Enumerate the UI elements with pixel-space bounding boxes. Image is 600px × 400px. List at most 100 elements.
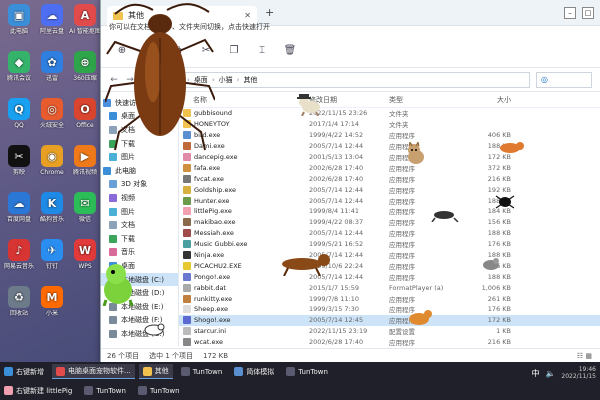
search-icon: ◎ (541, 75, 548, 84)
desktop-icon[interactable]: O Office (68, 98, 102, 136)
column-size[interactable]: 大小 (449, 95, 519, 105)
green-dinosaur-pet[interactable] (100, 262, 136, 306)
taskbar-button[interactable]: 简体模拟 (230, 364, 278, 379)
file-row[interactable]: Ninja.exe 2005/7/14 12:44 应用程序 188 KB (179, 250, 600, 261)
app-icon (180, 367, 190, 376)
clock[interactable]: 19:46 2022/11/15 (561, 366, 596, 380)
file-row[interactable]: gubbisound 2022/11/15 23:26 文件夹 (179, 108, 600, 119)
nav-item[interactable]: 图片 (101, 205, 178, 219)
desktop-icon[interactable]: ▶ 腾讯视频 (68, 145, 102, 183)
desktop-icon[interactable]: W WPS (68, 239, 102, 277)
nav-item[interactable]: 3D 对象 (101, 178, 178, 192)
file-row[interactable]: HONEYTOY 2017/1/4 17:14 文件夹 (179, 119, 600, 130)
taskbar-button[interactable]: TunTown (177, 364, 227, 379)
file-row[interactable]: makibao.exe 1999/4/22 08:37 应用程序 156 KB (179, 217, 600, 228)
desktop-icon[interactable]: ◉ Chrome (35, 145, 69, 183)
taskbar-button-label: TunTown (96, 386, 126, 395)
file-row[interactable]: Shogo!.exe 2005/7/14 12:45 应用程序 172 KB (179, 314, 600, 326)
file-row[interactable]: Hunter.exe2005/7/14 12:44应用程序188 KB (179, 195, 600, 206)
file-row[interactable]: Goldship.exe 2005/7/14 12:44 应用程序 192 KB (179, 184, 600, 195)
desktop-icon[interactable]: ▣ 此电脑 (2, 4, 36, 42)
file-row[interactable]: wcat.exe 2002/6/28 17:40 应用程序 216 KB (179, 337, 600, 346)
desktop-icon[interactable]: ✿ 迅雷 (35, 51, 69, 89)
taskbar-button[interactable]: TunTown (134, 383, 184, 398)
desktop-icon[interactable]: A AI 智能抠图 (68, 4, 102, 42)
desktop-icon[interactable]: ♻ 回收站 (2, 286, 36, 324)
file-row[interactable]: Sheep.exe 1999/3/15 7:30 应用程序 176 KB (179, 304, 600, 315)
rename-icon[interactable]: ⌶ (255, 44, 269, 58)
file-row[interactable]: Pongo!.exe 2005/7/14 12:44 应用程序 188 KB (179, 271, 600, 282)
volume-icon[interactable]: 🔈 (545, 369, 555, 378)
orange-cat-pet[interactable] (404, 308, 434, 326)
file-row[interactable]: Music Gubbi.exe 1999/5/21 16:52 应用程序 176 KB (179, 239, 600, 250)
nav-item[interactable]: 本地磁盘 (F:) (101, 314, 178, 328)
dachshund-pet[interactable] (276, 252, 332, 276)
nav-item[interactable]: 图片 (101, 150, 178, 164)
nav-item[interactable]: 音乐 (101, 246, 178, 260)
file-row[interactable]: littlePig.exe 1999/8/4 11:41 应用程序 184 KB (179, 206, 600, 217)
desktop-icon[interactable]: M 小米 (35, 286, 69, 324)
desktop-icon-label: 百度网盘 (6, 216, 31, 223)
delete-icon[interactable]: 🗑 (283, 44, 297, 58)
desktop-icon[interactable]: ♪ 网易云音乐 (2, 239, 36, 277)
desktop-icon[interactable]: ✉ 微信 (68, 192, 102, 230)
paste-icon[interactable]: ❐ (227, 44, 241, 58)
taskbar-button[interactable]: 右键新增 (0, 364, 48, 379)
grey-mouse-pet[interactable] (480, 256, 502, 272)
cat-pet[interactable] (402, 142, 428, 166)
close-tab-icon[interactable]: ✕ (244, 11, 251, 20)
desktop-icon[interactable]: ✂ 剪映 (2, 145, 36, 183)
file-row[interactable]: Dami.exe 2005/7/14 12:44 应用程序 188 KB (179, 141, 600, 152)
taskbar-button[interactable]: TunTown (282, 364, 332, 379)
file-row[interactable]: runkitty.exe 1999/7/8 11:10 应用程序 261 KB (179, 293, 600, 304)
minimize-button[interactable]: – (564, 6, 576, 19)
new-tab-button[interactable]: + (265, 6, 274, 19)
file-icon (183, 327, 191, 336)
desktop-icon[interactable]: ✈ 钉钉 (35, 239, 69, 277)
black-bug-pet[interactable] (494, 192, 516, 210)
file-row[interactable]: starcur.ini 2022/11/15 23:19 配置设置 1 KB (179, 326, 600, 337)
file-icon (183, 261, 191, 270)
file-row[interactable]: fafa.exe 2002/6/28 17:40 应用程序 372 KB (179, 162, 600, 173)
detective-dog-pet[interactable] (296, 92, 326, 116)
search-box[interactable]: ◎ (536, 71, 592, 88)
file-row[interactable]: rabbit.dat 2015/1/7 15:59 FormatPlayer (a)… (179, 282, 600, 293)
file-row[interactable]: PICACHU2.EXE 1999/10/6 22:24 应用程序 256 KB (179, 260, 600, 271)
small-cat-pet[interactable] (142, 322, 166, 336)
taskbar-button[interactable]: TunTown (80, 383, 130, 398)
nav-item[interactable]: 本地磁盘 (G:) (101, 327, 178, 341)
view-toggle-icon[interactable]: ☷ ▦ (577, 352, 592, 360)
desktop-icon[interactable]: K 酷狗音乐 (35, 192, 69, 230)
nav-item[interactable]: 文档 (101, 218, 178, 232)
taskbar-button-label: TunTown (298, 367, 328, 376)
app-icon: O (74, 98, 96, 120)
breadcrumb-item[interactable]: 其他 (243, 75, 257, 85)
taskbar-button[interactable]: 右键新建 littlePig (0, 383, 76, 398)
desktop-icon[interactable]: Q QQ (2, 98, 36, 136)
desktop-icon[interactable]: ☁ 百度网盘 (2, 192, 36, 230)
maximize-button[interactable]: □ (582, 6, 594, 19)
file-row[interactable]: bird.exe 1999/4/22 14:52 应用程序 406 KB (179, 130, 600, 141)
input-method-indicator[interactable]: 中 (531, 368, 539, 379)
taskbar-button[interactable]: 电脑桌面宠物软件... (52, 364, 135, 379)
cockroach-pet[interactable] (105, 2, 215, 152)
taskbar-button[interactable]: 其他 (138, 364, 173, 379)
desktop-icon-label: Chrome (40, 169, 64, 176)
desktop-icon[interactable]: ☁ 阿里云盘 (35, 4, 69, 42)
nav-item[interactable]: 视频 (101, 191, 178, 205)
app-icon: ♻ (8, 286, 30, 308)
desktop-icon[interactable]: ◆ 腾讯会议 (2, 51, 36, 89)
file-row[interactable]: Messiah.exe 2005/7/14 12:44 应用程序 188 KB (179, 228, 600, 239)
breadcrumb-item[interactable]: 小猫 (219, 75, 233, 85)
nav-item[interactable]: 下载 (101, 232, 178, 246)
desktop-icon[interactable]: ⊕ 360压缩 (68, 51, 102, 89)
file-row[interactable]: fvcat.exe 2002/6/28 17:40 应用程序 216 KB (179, 173, 600, 184)
desktop-icon[interactable]: ◎ 火绒安全 (35, 98, 69, 136)
nav-item-icon (109, 329, 117, 338)
running-pet[interactable] (430, 208, 460, 222)
system-tray: 中 🔈 19:46 2022/11/15 (531, 366, 596, 380)
nav-item[interactable]: 此电脑 (101, 164, 178, 178)
file-row[interactable]: dancepig.exe 2001/5/13 13:04 应用程序 172 KB (179, 152, 600, 163)
column-type[interactable]: 类型 (389, 95, 449, 105)
orange-dog-pet[interactable] (498, 140, 524, 154)
